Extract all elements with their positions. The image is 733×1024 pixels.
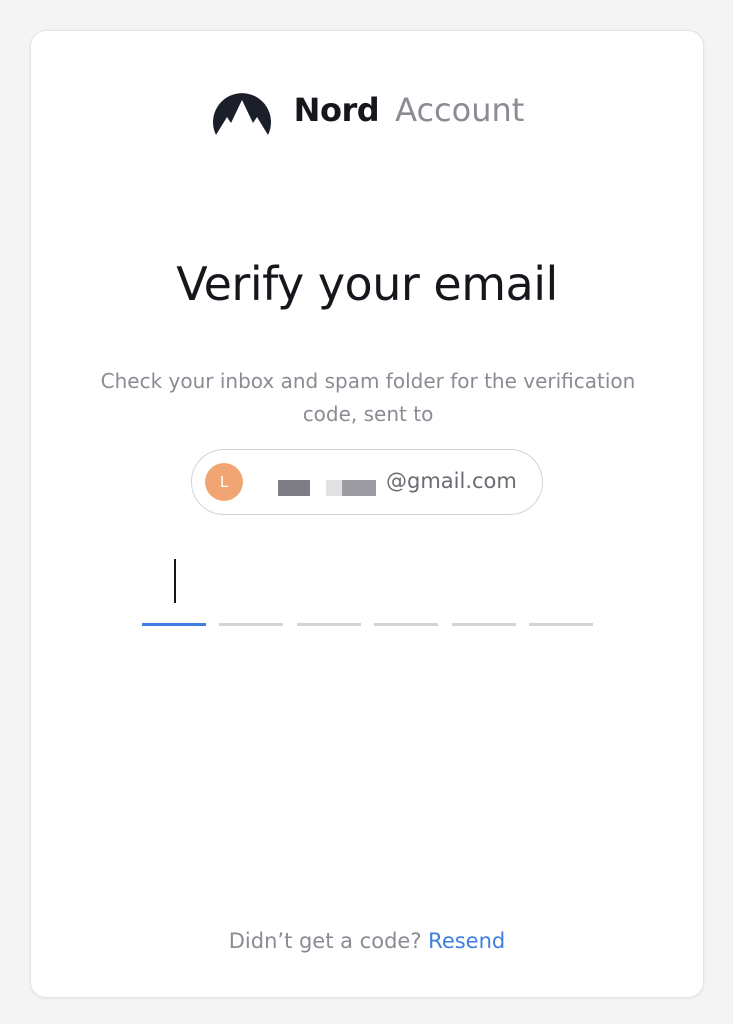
resend-prompt: Didn’t get a code?	[228, 929, 422, 953]
instruction-text: Check your inbox and spam folder for the…	[100, 369, 636, 426]
code-digit-input-1[interactable]	[142, 623, 206, 626]
code-digit-input-2[interactable]	[219, 623, 283, 626]
resend-link[interactable]: Resend	[428, 929, 505, 953]
email-domain: @gmail.com	[386, 469, 517, 493]
email-chip: L @gmail.com	[191, 449, 543, 515]
code-digit-input-3[interactable]	[297, 623, 361, 626]
redacted-email-block	[278, 480, 310, 496]
nord-mountain-icon	[212, 93, 271, 135]
brand-product: Account	[395, 91, 525, 129]
code-digit-input-6[interactable]	[529, 623, 593, 626]
redacted-email-block	[342, 480, 376, 496]
verify-card: Nord Account Verify your email Check you…	[30, 30, 704, 998]
brand-header: Nord Account	[31, 83, 703, 137]
code-digit-input-4[interactable]	[374, 623, 438, 626]
page-title: Verify your email	[176, 257, 558, 311]
resend-footer: Didn’t get a code? Resend	[31, 929, 703, 953]
text-cursor	[174, 559, 176, 603]
avatar: L	[205, 463, 243, 501]
code-digit-input-5[interactable]	[452, 623, 516, 626]
redacted-email-block	[326, 480, 342, 496]
brand-name: Nord	[293, 91, 380, 129]
brand-text: Nord Account	[294, 94, 525, 126]
